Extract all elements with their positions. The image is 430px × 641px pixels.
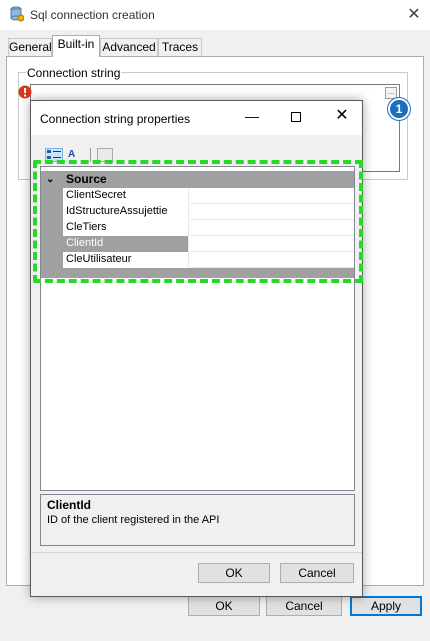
window-close-button[interactable]: ✕ (404, 5, 424, 25)
tab-advanced[interactable]: Advanced (100, 38, 158, 56)
maximize-icon[interactable] (291, 112, 301, 122)
ellipsis-button[interactable]: ... (385, 87, 397, 99)
connection-string-label: Connection string (26, 66, 122, 80)
help-description: ID of the client registered in the API (47, 514, 220, 526)
help-title: ClientId (47, 498, 91, 512)
window-title: Sql connection creation (30, 8, 155, 22)
dialog-cancel-button[interactable]: Cancel (280, 563, 354, 583)
tab-traces[interactable]: Traces (158, 38, 202, 56)
main-apply-button[interactable]: Apply (350, 596, 422, 616)
main-cancel-button[interactable]: Cancel (266, 596, 342, 616)
highlight-frame (33, 160, 363, 283)
dialog-ok-button[interactable]: OK (198, 563, 270, 583)
step-badge: 1 (388, 98, 410, 120)
tab-built-in[interactable]: Built-in (52, 35, 100, 57)
error-icon (18, 85, 32, 99)
minimize-icon[interactable]: — (244, 108, 260, 124)
dialog-title: Connection string properties (40, 112, 191, 126)
dialog-separator (31, 552, 362, 553)
database-settings-icon (10, 6, 25, 22)
main-ok-button[interactable]: OK (188, 596, 260, 616)
close-icon[interactable]: ✕ (334, 108, 350, 124)
tab-general[interactable]: General (8, 38, 52, 56)
